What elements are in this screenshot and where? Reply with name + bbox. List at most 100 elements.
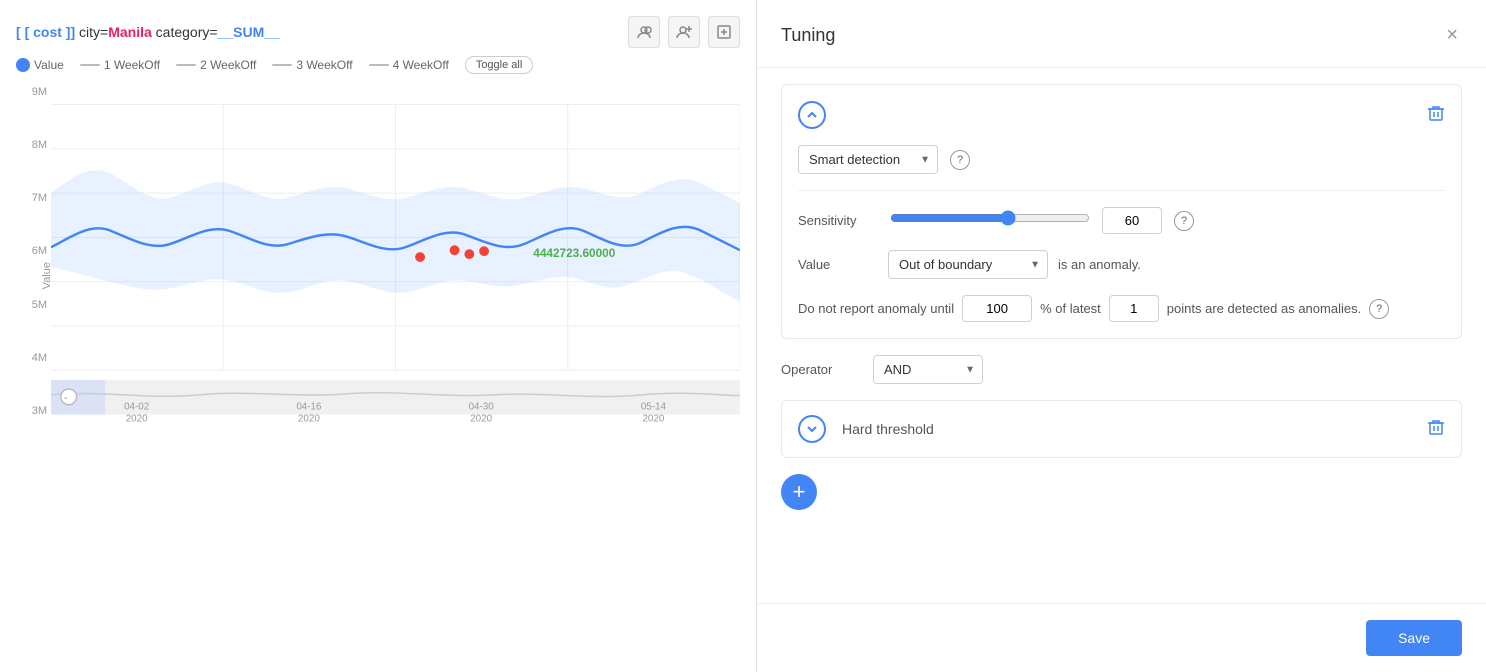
svg-text:2020: 2020	[126, 413, 148, 424]
chart-icon-btn-3[interactable]	[708, 16, 740, 48]
boundary-select[interactable]: Out of boundary Above upper bound Below …	[888, 250, 1048, 279]
legend-label-1weekoff: 1 WeekOff	[104, 58, 160, 72]
legend-line-2weekoff	[176, 64, 196, 66]
tuning-title: Tuning	[781, 25, 835, 46]
y-label-8m: 8M	[32, 139, 47, 151]
hard-threshold-section: Hard threshold	[781, 400, 1462, 458]
operator-label: Operator	[781, 362, 861, 377]
svg-text:04-02: 04-02	[124, 402, 149, 413]
svg-text:05-14: 05-14	[641, 402, 667, 413]
y-label-5m: 5M	[32, 299, 47, 311]
value-label: Value	[798, 257, 878, 272]
anomaly-dot-2	[450, 245, 460, 255]
y-label-3m: 3M	[32, 405, 47, 417]
anomaly-dot-3	[464, 249, 474, 259]
y-label-4m: 4M	[32, 352, 47, 364]
svg-text:2020: 2020	[298, 413, 320, 424]
delete-hard-threshold-button[interactable]	[1427, 418, 1445, 441]
svg-text:04-16: 04-16	[296, 402, 322, 413]
percent-of-latest-text: % of latest	[1040, 301, 1101, 316]
divider	[798, 190, 1445, 191]
y-label-7m: 7M	[32, 192, 47, 204]
legend-line-1weekoff	[80, 64, 100, 66]
smart-detection-header	[798, 101, 1445, 129]
sensitivity-help-icon: ?	[1174, 211, 1194, 231]
detection-method-select[interactable]: Smart detection Hard threshold Manual	[798, 145, 938, 174]
percentage-input[interactable]	[962, 295, 1032, 322]
tuning-close-button[interactable]: ×	[1442, 20, 1462, 51]
sensitivity-slider-container	[890, 210, 1090, 231]
chart-header: [ [ cost ]] city=Manila category=__SUM__	[16, 16, 740, 48]
is-anomaly-text: is an anomaly.	[1058, 257, 1141, 272]
collapse-smart-detection-button[interactable]	[798, 101, 826, 129]
points-input[interactable]	[1109, 295, 1159, 322]
title-category-value: __SUM__	[218, 24, 280, 40]
y-label-6m: 6M	[32, 245, 47, 257]
title-city-value: Manila	[108, 24, 152, 40]
points-anomaly-text: points are detected as anomalies.	[1167, 301, 1361, 316]
smart-detection-section: Smart detection Hard threshold Manual ▼ …	[781, 84, 1462, 339]
legend-4weekoff: 4 WeekOff	[369, 58, 449, 72]
delete-smart-detection-button[interactable]	[1427, 104, 1445, 127]
hard-threshold-label: Hard threshold	[842, 421, 934, 437]
anomaly-dot-1	[415, 252, 425, 262]
chart-title: [ [ cost ]] city=Manila category=__SUM__	[16, 24, 280, 40]
toggle-all-button[interactable]: Toggle all	[465, 56, 533, 74]
chart-svg-area: Value	[51, 82, 740, 442]
legend-1weekoff: 1 WeekOff	[80, 58, 160, 72]
chart-svg: 4442723.60000 - 04-02 2020 04-16 2020 04…	[51, 82, 740, 442]
svg-text:-: -	[64, 393, 67, 404]
tuning-body: Smart detection Hard threshold Manual ▼ …	[757, 68, 1486, 603]
anomaly-value-text: 4442723.60000	[533, 246, 615, 260]
legend-value: Value	[16, 58, 64, 72]
legend-line-4weekoff	[369, 64, 389, 66]
legend-label-3weekoff: 3 WeekOff	[296, 58, 352, 72]
boundary-select-wrapper: Out of boundary Above upper bound Below …	[888, 250, 1048, 279]
anomaly-report-help-icon: ?	[1369, 299, 1389, 319]
legend-3weekoff: 3 WeekOff	[272, 58, 352, 72]
svg-text:2020: 2020	[642, 413, 664, 424]
title-category-label: category=	[156, 24, 218, 40]
legend-dot-value	[16, 58, 30, 72]
add-condition-button[interactable]: +	[781, 474, 817, 510]
smart-detection-header-left	[798, 101, 826, 129]
chart-icon-btn-2[interactable]	[668, 16, 700, 48]
add-condition-icon: +	[793, 479, 806, 505]
title-city-label: city=	[79, 24, 108, 40]
hard-threshold-header-left: Hard threshold	[798, 415, 934, 443]
y-axis-label: Value	[41, 262, 53, 289]
save-button[interactable]: Save	[1366, 620, 1462, 656]
chart-legend: Value 1 WeekOff 2 WeekOff 3 WeekOff 4 We…	[16, 56, 740, 74]
chart-toolbar	[628, 16, 740, 48]
legend-2weekoff: 2 WeekOff	[176, 58, 256, 72]
operator-row: Operator AND OR ▼	[781, 355, 1462, 384]
svg-text:2020: 2020	[470, 413, 492, 424]
sensitivity-label: Sensitivity	[798, 213, 878, 228]
tuning-header: Tuning ×	[757, 0, 1486, 68]
legend-label-4weekoff: 4 WeekOff	[393, 58, 449, 72]
tuning-footer: Save	[757, 603, 1486, 672]
sensitivity-input[interactable]	[1102, 207, 1162, 234]
chart-panel: [ [ cost ]] city=Manila category=__SUM__…	[0, 0, 756, 672]
expand-hard-threshold-button[interactable]	[798, 415, 826, 443]
detection-method-help-icon: ?	[950, 150, 970, 170]
legend-line-3weekoff	[272, 64, 292, 66]
tuning-panel: Tuning × Smart detection	[756, 0, 1486, 672]
anomaly-dot-4	[479, 246, 489, 256]
legend-label-2weekoff: 2 WeekOff	[200, 58, 256, 72]
chart-icon-btn-1[interactable]	[628, 16, 660, 48]
operator-select-wrapper: AND OR ▼	[873, 355, 983, 384]
detection-method-select-wrapper: Smart detection Hard threshold Manual ▼	[798, 145, 938, 174]
report-label: Do not report anomaly until	[798, 301, 954, 316]
y-label-9m: 9M	[32, 86, 47, 98]
operator-select[interactable]: AND OR	[873, 355, 983, 384]
sensitivity-row: Sensitivity ?	[798, 207, 1445, 234]
sensitivity-slider[interactable]	[890, 210, 1090, 226]
title-bracket: [	[16, 24, 25, 40]
detection-method-row: Smart detection Hard threshold Manual ▼ …	[798, 145, 1445, 174]
legend-label-value: Value	[34, 58, 64, 72]
title-bracket-end: ]	[70, 24, 75, 40]
svg-text:04-30: 04-30	[469, 402, 495, 413]
report-anomaly-row: Do not report anomaly until % of latest …	[798, 295, 1445, 322]
value-boundary-row: Value Out of boundary Above upper bound …	[798, 250, 1445, 279]
